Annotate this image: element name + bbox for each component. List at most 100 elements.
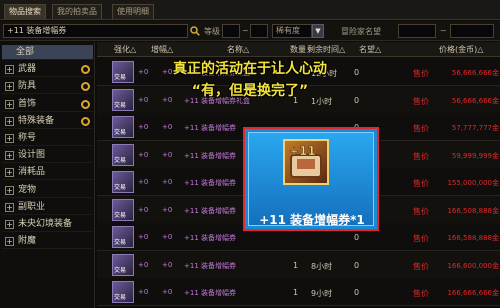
- item-voucher-icon: 交易: [112, 171, 134, 193]
- rarity-dropdown-button[interactable]: ▼: [312, 24, 324, 38]
- tab-usage-details[interactable]: 使用明细: [112, 4, 154, 19]
- cell-sell[interactable]: 售价: [413, 96, 429, 107]
- cell-sell[interactable]: 售价: [413, 178, 429, 189]
- sidebar-category-label: 首饰: [18, 98, 37, 109]
- cell-req: 0: [354, 260, 360, 270]
- cell-name: +11 装备增幅券: [184, 261, 236, 270]
- level-max-input[interactable]: [250, 24, 268, 38]
- cell-price: 59,999,999金: [451, 151, 499, 160]
- sidebar-category-item[interactable]: + 防具: [2, 79, 93, 95]
- cell-sell[interactable]: 售价: [413, 68, 429, 79]
- sidebar-category-item[interactable]: + 武器: [2, 62, 93, 78]
- overlay-caption-line1: 真正的活动在于让人心动: [173, 61, 327, 77]
- tab-my-auctions[interactable]: 我的拍卖品: [52, 4, 102, 19]
- cell-sell[interactable]: 售价: [413, 151, 429, 162]
- sidebar-category-label: 武器: [18, 64, 37, 75]
- tradeable-tag: 交易: [114, 294, 127, 301]
- expand-plus-icon[interactable]: +: [5, 202, 14, 212]
- sidebar-category-item[interactable]: + 宠物: [2, 183, 93, 198]
- cell-req: 0: [354, 233, 360, 242]
- expand-plus-icon[interactable]: +: [5, 220, 14, 229]
- sidebar-category-item[interactable]: + 未央幻境装备: [2, 217, 93, 232]
- sidebar-category-label: 防具: [18, 81, 37, 92]
- cell-qty: 1: [293, 260, 299, 270]
- seller-fame-label: 冒险家名望: [341, 27, 381, 36]
- cell-price: 56,666,666金: [451, 69, 499, 77]
- sidebar-category-label: 副职业: [18, 201, 46, 212]
- sidebar-category-item[interactable]: + 附魔: [2, 234, 93, 250]
- expand-plus-icon[interactable]: +: [5, 82, 14, 92]
- sidebar-category-item[interactable]: + 消耗品: [2, 165, 93, 181]
- sidebar-category-item[interactable]: 全部: [2, 45, 93, 60]
- cell-price: 166,600,000金: [447, 261, 499, 270]
- sidebar-category-label: 附魔: [18, 236, 37, 247]
- col-name[interactable]: 名称△: [227, 44, 249, 55]
- cell-sell[interactable]: 售价: [413, 123, 429, 134]
- expand-plus-icon[interactable]: +: [5, 65, 14, 75]
- fame-min-input[interactable]: [398, 24, 436, 38]
- cell-sell[interactable]: 售价: [413, 233, 429, 244]
- col-fame[interactable]: 名望△: [359, 44, 381, 55]
- tradeable-tag: 交易: [114, 129, 127, 136]
- cell-name: +11 装备增幅券: [184, 179, 236, 187]
- sidebar-category-item[interactable]: + 副职业: [2, 200, 93, 215]
- sidebar-category-item[interactable]: + 称号: [2, 131, 93, 146]
- cell-sell[interactable]: 售价: [413, 288, 429, 299]
- level-label: 等级: [204, 27, 220, 36]
- cell-sell[interactable]: 售价: [413, 206, 429, 217]
- search-category-icon[interactable]: [81, 116, 90, 126]
- cell-str: +0: [138, 233, 149, 241]
- cell-sell[interactable]: 售价: [413, 261, 429, 272]
- cell-str: +0: [138, 205, 149, 214]
- table-row[interactable]: 交易 +0 +0 +11 装备增幅券 1 9小时 0 售价 166,666,666金: [97, 278, 500, 306]
- cell-name: +11 装备增幅券: [184, 234, 236, 242]
- sidebar-category-label: 消耗品: [18, 167, 46, 178]
- item-voucher-icon: 交易: [112, 253, 134, 276]
- overlay-caption-line2: “有，但是换完了”: [191, 83, 309, 99]
- sidebar-category-item[interactable]: + 特殊装备: [2, 114, 93, 129]
- sidebar-category-item[interactable]: + 设计图: [2, 148, 93, 164]
- search-category-icon[interactable]: [81, 99, 90, 109]
- svg-text:+11: +11: [289, 144, 316, 158]
- cell-amp: +0: [162, 260, 173, 269]
- expand-plus-icon[interactable]: +: [5, 168, 14, 178]
- sidebar-category-label: 设计图: [18, 150, 46, 161]
- tradeable-tag: 交易: [114, 239, 127, 246]
- item-popup-panel: +11 +11 装备增幅券*1: [248, 132, 374, 227]
- sidebar-category-item[interactable]: + 首饰: [2, 97, 93, 112]
- item-voucher-icon: 交易: [112, 116, 134, 138]
- expand-plus-icon[interactable]: +: [5, 185, 14, 195]
- amplify-voucher-icon: +11: [283, 139, 329, 185]
- item-popup-label: +11 装备增幅券*1: [259, 213, 365, 227]
- fame-max-input[interactable]: [450, 24, 494, 38]
- search-input[interactable]: +11 装备增幅券: [3, 24, 188, 38]
- col-time[interactable]: 剩余时间△: [307, 44, 345, 55]
- search-icon[interactable]: [190, 26, 200, 36]
- expand-plus-icon[interactable]: +: [5, 99, 14, 109]
- level-min-input[interactable]: [222, 24, 240, 38]
- sidebar-category-label: 称号: [18, 133, 37, 143]
- search-category-icon[interactable]: [81, 65, 90, 75]
- expand-plus-icon[interactable]: +: [5, 151, 14, 161]
- expand-plus-icon[interactable]: +: [5, 116, 14, 126]
- item-voucher-icon: 交易: [112, 281, 134, 303]
- tab-item-search[interactable]: 物品搜索: [4, 4, 46, 19]
- col-amplify[interactable]: 增幅△: [151, 44, 173, 55]
- col-qty: 数量: [290, 45, 306, 54]
- cell-amp: +0: [162, 233, 173, 241]
- table-row[interactable]: 交易 +0 +0 +11 装备增幅券 1 8小时 0 售价 166,600,000金: [97, 250, 500, 279]
- expand-plus-icon[interactable]: +: [5, 134, 14, 143]
- sidebar-category-label: 宠物: [18, 184, 37, 195]
- cell-time: 9小时: [311, 289, 333, 298]
- rarity-select[interactable]: 稀有度: [272, 24, 312, 38]
- expand-plus-icon[interactable]: +: [5, 237, 14, 247]
- tradeable-tag: 交易: [114, 266, 127, 274]
- col-price[interactable]: 价格(金币)△: [439, 44, 483, 55]
- item-voucher-icon: 交易: [112, 198, 134, 221]
- col-enhance[interactable]: 强化△: [114, 44, 136, 55]
- search-category-icon[interactable]: [81, 82, 90, 92]
- category-sidebar: 全部 + 武器 + 防具 + 首饰 + 特殊装备 + 称号 + 设计图 + 消耗品 + 宠物 + 副职业 + 未央幻境装…: [0, 42, 95, 308]
- cell-str: +0: [138, 150, 149, 159]
- cell-str: +0: [138, 260, 149, 269]
- table-header: 强化△ 增幅△ 名称△ 数量 剩余时间△ 名望△ 价格(金币)△: [97, 42, 500, 57]
